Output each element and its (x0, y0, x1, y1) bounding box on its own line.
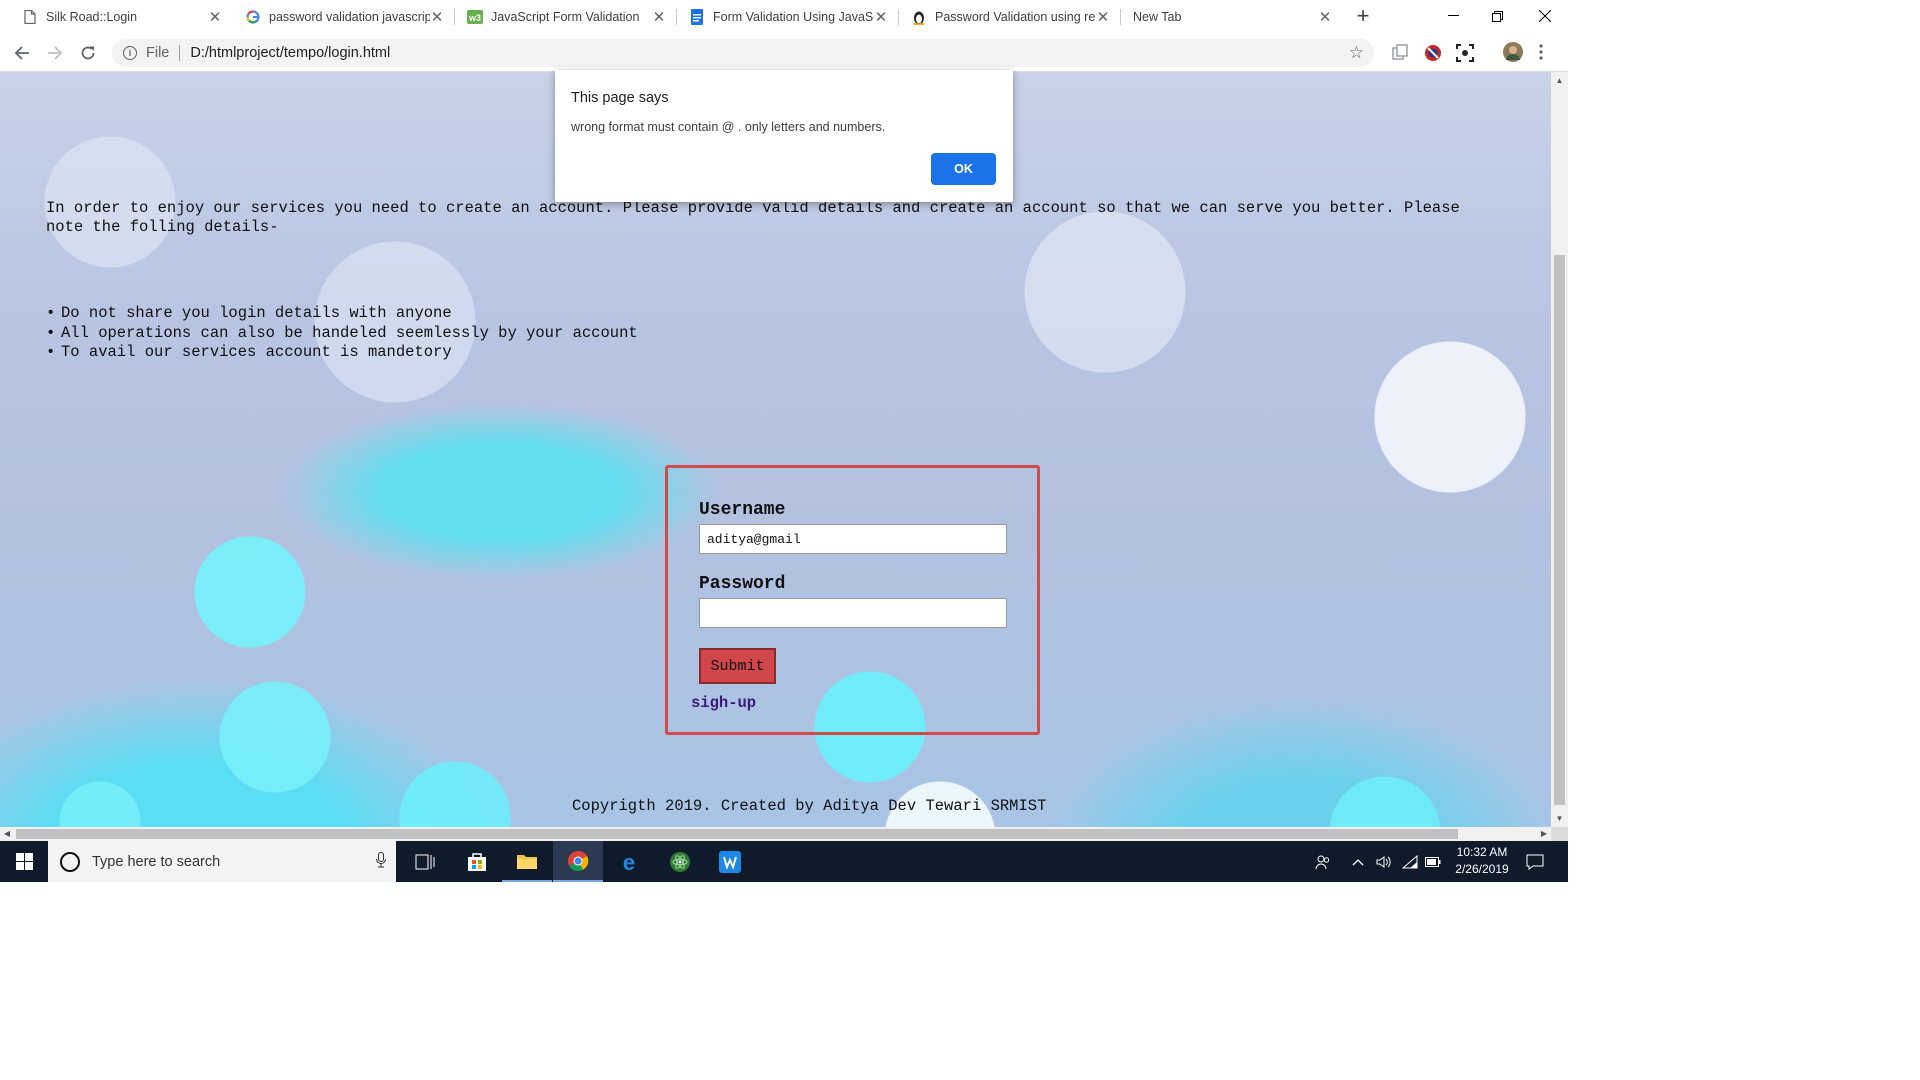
windows-start-icon[interactable] (0, 841, 48, 882)
close-tab-icon[interactable]: ✕ (1318, 8, 1332, 26)
horizontal-scrollbar[interactable]: ◀ ▶ (0, 827, 1551, 841)
list-item: All operations can also be handeled seem… (46, 324, 638, 344)
penguin-icon (911, 9, 927, 25)
url-text[interactable]: D:/htmlproject/tempo/login.html (190, 45, 390, 61)
volume-icon[interactable] (1374, 841, 1394, 882)
tab-form-validation-using-js[interactable]: Form Validation Using JavaSc ✕ (677, 0, 898, 34)
tab-new-tab[interactable]: New Tab ✕ (1121, 0, 1342, 34)
tab-title: New Tab (1133, 10, 1182, 24)
intro-text: In order to enjoy our services you need … (46, 199, 1460, 236)
tab-password-validation[interactable]: password validation javascrip ✕ (233, 0, 454, 34)
login-form: Username Password Submit sigh-up (665, 465, 1040, 735)
vertical-scrollbar[interactable]: ▲ ▼ (1551, 72, 1568, 827)
bookmark-star-icon[interactable]: ☆ (1349, 43, 1364, 63)
close-tab-icon[interactable]: ✕ (1096, 8, 1110, 26)
taskbar-search[interactable]: Type here to search (48, 841, 396, 882)
browser-toolbar: i File D:/htmlproject/tempo/login.html ☆ (0, 34, 1568, 72)
username-input[interactable] (699, 524, 1007, 554)
signup-link[interactable]: sigh-up (691, 694, 756, 712)
atom-icon[interactable] (655, 841, 705, 882)
tab-title: Password Validation using re (935, 10, 1096, 24)
tab-title: Form Validation Using JavaSc (713, 10, 874, 24)
new-tab-button[interactable]: + (1352, 4, 1374, 28)
extension-block-icon[interactable] (1424, 44, 1442, 62)
info-icon[interactable]: i (123, 46, 137, 60)
alert-message: wrong format must contain @ . only lette… (571, 120, 886, 134)
task-view-icon[interactable] (400, 841, 450, 882)
page-icon (22, 9, 38, 25)
list-item: To avail our services account is mandeto… (46, 343, 638, 363)
cortana-icon (60, 851, 80, 872)
microsoft-store-icon[interactable] (452, 841, 502, 882)
close-tab-icon[interactable]: ✕ (874, 8, 888, 26)
notifications-icon[interactable] (1524, 841, 1546, 882)
reload-icon[interactable] (75, 40, 101, 66)
close-tab-icon[interactable]: ✕ (208, 8, 222, 26)
details-list: Do not share you login details with anyo… (46, 304, 638, 363)
menu-kebab-icon[interactable] (1539, 44, 1549, 62)
scroll-left-icon[interactable]: ◀ (0, 827, 14, 841)
minimize-icon[interactable] (1430, 0, 1476, 32)
search-placeholder: Type here to search (92, 853, 221, 870)
alert-title: This page says (571, 90, 669, 106)
tab-js-form-validation[interactable]: w3 JavaScript Form Validation ✕ (455, 0, 676, 34)
clock-time: 10:32 AM (1456, 845, 1508, 859)
system-clock[interactable]: 10:32 AM 2/26/2019 (1438, 844, 1526, 878)
tab-password-validation-regex[interactable]: Password Validation using re ✕ (899, 0, 1120, 34)
tab-title: password validation javascrip (269, 10, 430, 24)
google-icon (245, 9, 261, 25)
microphone-icon[interactable] (376, 851, 386, 872)
horizontal-scroll-thumb[interactable] (16, 829, 1458, 839)
scrollbar-corner (1551, 827, 1568, 841)
scroll-down-icon[interactable]: ▼ (1551, 810, 1568, 827)
w3resource-icon: w3 (467, 9, 483, 25)
password-input[interactable] (699, 598, 1007, 628)
extension-copy-icon[interactable] (1392, 44, 1410, 62)
scroll-right-icon[interactable]: ▶ (1537, 827, 1551, 841)
edge-icon[interactable]: e (604, 841, 654, 882)
clock-date: 2/26/2019 (1455, 862, 1509, 876)
svg-text:e: e (623, 851, 635, 873)
document-icon (689, 9, 705, 25)
windows-taskbar: Type here to search e 10:32 AM 2/26/2019 (0, 841, 1568, 882)
list-item: Do not share you login details with anyo… (46, 304, 638, 324)
footer-copyright: Copyrigth 2019. Created by Aditya Dev Te… (572, 797, 1047, 815)
divider (179, 45, 181, 61)
tab-strip: Silk Road::Login ✕ password validation j… (0, 0, 1568, 34)
scheme-label: File (146, 45, 170, 61)
forward-arrow-icon[interactable] (42, 40, 68, 66)
chevron-up-icon[interactable] (1350, 841, 1366, 882)
svg-text:w3: w3 (468, 13, 481, 23)
file-explorer-icon[interactable] (502, 841, 552, 882)
address-bar[interactable]: i File D:/htmlproject/tempo/login.html ☆ (112, 39, 1374, 67)
alert-dialog: This page says wrong format must contain… (555, 70, 1013, 202)
close-window-icon[interactable] (1522, 0, 1568, 32)
wifi-icon[interactable] (1400, 841, 1420, 882)
word-app-icon[interactable] (705, 841, 755, 882)
people-icon[interactable] (1312, 841, 1334, 882)
back-arrow-icon[interactable] (9, 40, 35, 66)
tab-silk-road-login[interactable]: Silk Road::Login ✕ (10, 0, 232, 34)
vertical-scroll-thumb[interactable] (1554, 255, 1565, 805)
username-label: Username (699, 500, 786, 520)
close-tab-icon[interactable]: ✕ (652, 8, 666, 26)
alert-ok-button[interactable]: OK (931, 153, 996, 185)
password-label: Password (699, 574, 786, 594)
submit-button[interactable]: Submit (699, 648, 776, 684)
scroll-up-icon[interactable]: ▲ (1551, 72, 1568, 89)
close-tab-icon[interactable]: ✕ (430, 8, 444, 26)
tab-title: Silk Road::Login (46, 10, 138, 24)
restore-icon[interactable] (1474, 0, 1520, 32)
extension-screenshot-icon[interactable] (1456, 44, 1474, 62)
tab-title: JavaScript Form Validation (491, 10, 640, 24)
chrome-icon[interactable] (553, 841, 603, 882)
profile-avatar[interactable] (1503, 42, 1523, 62)
